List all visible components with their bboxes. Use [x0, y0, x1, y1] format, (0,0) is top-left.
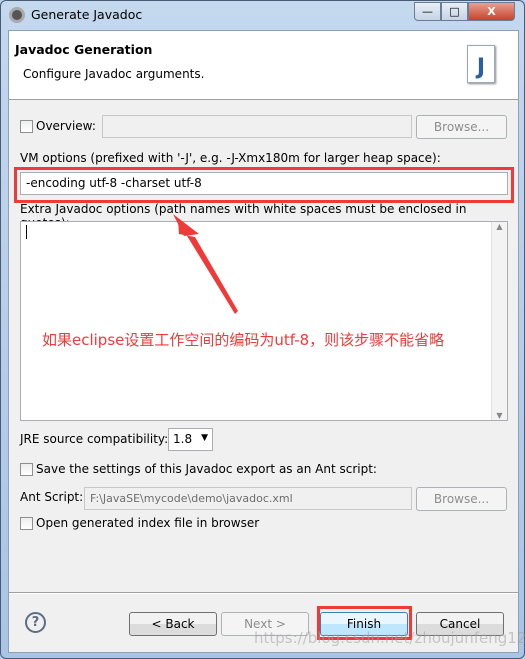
dialog-client: Javadoc Generation Configure Javadoc arg… — [8, 30, 525, 653]
jre-value: 1.8 — [173, 432, 193, 446]
chevron-down-icon: ▼ — [201, 433, 208, 443]
ant-browse-button[interactable]: Browse... — [416, 487, 507, 511]
save-ant-checkbox[interactable] — [20, 463, 33, 476]
back-button[interactable]: < Back — [129, 612, 217, 636]
maximize-button[interactable]: □ — [441, 2, 468, 21]
save-ant-label: Save the settings of this Javadoc export… — [36, 462, 377, 476]
dialog-window: Generate Javadoc — □ X Javadoc Generatio… — [0, 0, 525, 659]
jre-label: JRE source compatibility: — [20, 432, 169, 446]
annotation-text: 如果eclipse设置工作空间的编码为utf-8，则该步骤不能省略 — [42, 331, 445, 349]
minimize-button[interactable]: — — [414, 2, 441, 21]
open-index-label: Open generated index file in browser — [36, 516, 260, 530]
ant-script-input[interactable]: F:\JavaSE\mycode\demo\javadoc.xml — [84, 487, 412, 510]
help-icon[interactable]: ? — [25, 612, 46, 633]
eclipse-icon — [9, 7, 25, 23]
separator — [9, 592, 518, 594]
window-title: Generate Javadoc — [31, 7, 143, 22]
ant-script-label: Ant Script: — [20, 490, 84, 504]
watermark: https://blog.csdn.net/zhoujunfeng121 — [254, 629, 525, 647]
annotation-arrow — [173, 214, 238, 314]
open-index-checkbox[interactable] — [20, 517, 33, 530]
close-button[interactable]: X — [468, 2, 515, 21]
jre-select[interactable]: 1.8 ▼ — [168, 428, 213, 451]
